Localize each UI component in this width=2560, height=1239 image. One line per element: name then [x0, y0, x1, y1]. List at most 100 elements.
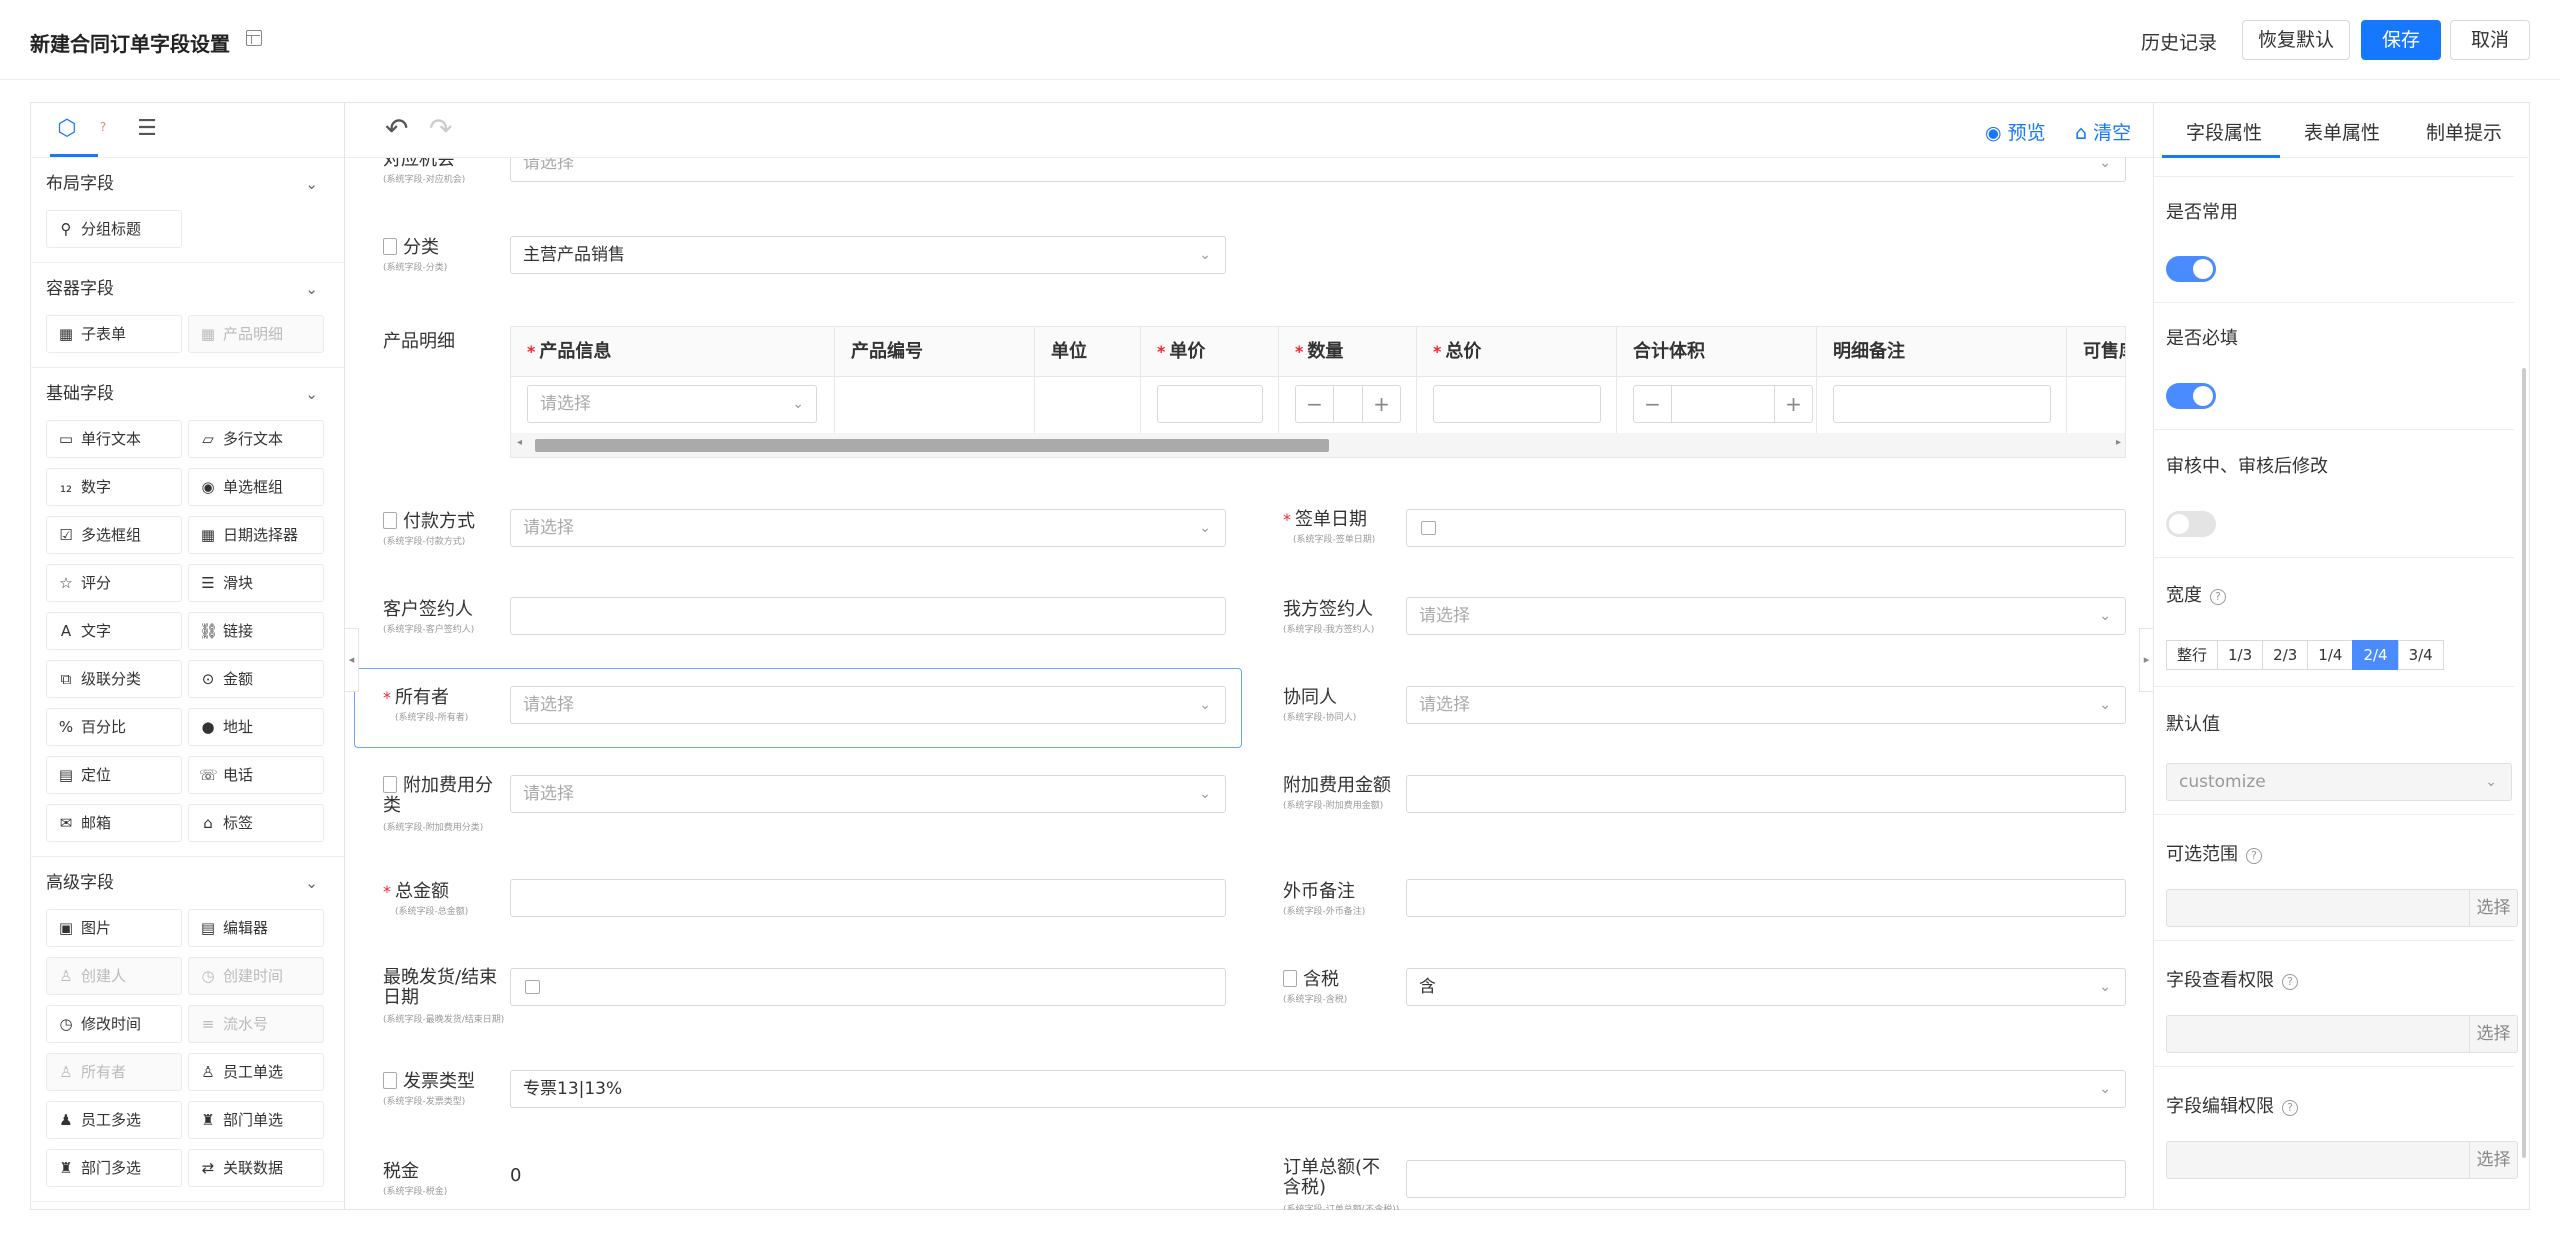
ship-date-picker[interactable]: [510, 968, 1226, 1006]
review-edit-toggle[interactable]: [2166, 511, 2216, 537]
palette-item[interactable]: ▱ 多行文本: [188, 420, 324, 458]
order-total-ex-tax-input[interactable]: [1406, 1160, 2126, 1198]
palette-item[interactable]: ☰ 滑块: [188, 564, 324, 602]
volume-stepper[interactable]: − +: [1633, 385, 1813, 423]
sign-date-picker[interactable]: [1406, 509, 2126, 547]
palette-item[interactable]: ✉ 邮箱: [46, 804, 182, 842]
minus-icon[interactable]: −: [1634, 386, 1672, 422]
palette-item[interactable]: ▤ 编辑器: [188, 909, 324, 947]
edit-perm-picker[interactable]: 选择: [2166, 1141, 2518, 1179]
category-select[interactable]: 主营产品销售 ⌄: [510, 236, 1226, 274]
palette-item[interactable]: ♜ 部门单选: [188, 1101, 324, 1139]
palette-item[interactable]: ▦ 日期选择器: [188, 516, 324, 554]
palette-item[interactable]: ⧉ 级联分类: [46, 660, 182, 698]
total-price-input[interactable]: [1433, 385, 1601, 423]
owner-select[interactable]: 请选择 ⌄: [510, 686, 1226, 724]
palette-item[interactable]: ♙ 员工单选: [188, 1053, 324, 1091]
palette-item[interactable]: ● 地址: [188, 708, 324, 746]
product-select[interactable]: 请选择 ⌄: [527, 385, 817, 423]
required-toggle[interactable]: [2166, 383, 2216, 409]
pick-button[interactable]: 选择: [2469, 1142, 2517, 1178]
default-value-select[interactable]: customize ⌄: [2166, 763, 2512, 801]
our-signer-select[interactable]: 请选择 ⌄: [1406, 597, 2126, 635]
fx-note-input[interactable]: [1406, 879, 2126, 917]
collapse-left-handle[interactable]: ◂: [345, 628, 359, 692]
chevron-down-icon[interactable]: ⌄: [305, 368, 318, 420]
section-header[interactable]: 高级字段 ⌄: [30, 857, 344, 909]
detail-note-input[interactable]: [1833, 385, 2051, 423]
payment-select[interactable]: 请选择 ⌄: [510, 509, 1226, 547]
tax-included-select[interactable]: 含 ⌄: [1406, 968, 2126, 1006]
palette-item[interactable]: ♜ 部门多选: [46, 1149, 182, 1187]
pick-button[interactable]: 选择: [2469, 890, 2517, 926]
help-icon[interactable]: ?: [2246, 848, 2262, 864]
palette-item[interactable]: ⇄ 关联数据: [188, 1149, 324, 1187]
extra-fee-category-select[interactable]: 请选择 ⌄: [510, 775, 1226, 813]
palette-item[interactable]: ⚲ 分组标题: [46, 210, 182, 248]
cube-icon[interactable]: ⬡: [54, 116, 80, 142]
plus-icon[interactable]: +: [1362, 386, 1400, 422]
width-option[interactable]: 整行: [2166, 640, 2219, 670]
palette-item[interactable]: ☏ 电话: [188, 756, 324, 794]
quantity-stepper[interactable]: − +: [1295, 385, 1401, 423]
width-option[interactable]: 2/3: [2262, 640, 2309, 670]
palette-item[interactable]: ♟ 员工多选: [46, 1101, 182, 1139]
palette-item[interactable]: ▭ 单行文本: [46, 420, 182, 458]
plus-icon[interactable]: +: [1774, 386, 1812, 422]
scrollbar-thumb[interactable]: [535, 439, 1329, 452]
range-picker[interactable]: 选择: [2166, 889, 2518, 927]
tab-form-props[interactable]: 表单属性: [2304, 118, 2380, 145]
palette-item[interactable]: A 文字: [46, 612, 182, 650]
palette-item[interactable]: % 百分比: [46, 708, 182, 746]
palette-item[interactable]: ☑ 多选框组: [46, 516, 182, 554]
minus-icon[interactable]: −: [1296, 386, 1334, 422]
redo-icon[interactable]: ↷: [429, 112, 452, 145]
palette-item[interactable]: ▦ 子表单: [46, 315, 182, 353]
common-toggle[interactable]: [2166, 256, 2216, 282]
unit-price-input[interactable]: [1157, 385, 1263, 423]
palette-item[interactable]: ◉ 单选框组: [188, 468, 324, 506]
total-amount-input[interactable]: [510, 879, 1226, 917]
invoice-type-select[interactable]: 专票13|13% ⌄: [510, 1070, 2126, 1108]
save-button[interactable]: 保存: [2361, 20, 2441, 60]
palette-item[interactable]: ☆ 评分: [46, 564, 182, 602]
customer-signer-input[interactable]: [510, 597, 1226, 635]
pick-button[interactable]: 选择: [2469, 1016, 2517, 1052]
chevron-down-icon[interactable]: ⌄: [305, 158, 318, 210]
opportunity-select[interactable]: 请选择 ⌄: [510, 158, 2126, 182]
extra-fee-amount-input[interactable]: [1406, 775, 2126, 813]
width-option[interactable]: 3/4: [2397, 640, 2444, 670]
help-icon[interactable]: ?: [2210, 589, 2226, 605]
palette-item[interactable]: ▤ 定位: [46, 756, 182, 794]
collapse-right-handle[interactable]: ▸: [2139, 628, 2153, 692]
width-option[interactable]: 1/3: [2217, 640, 2264, 670]
palette-item[interactable]: ₁₂ 数字: [46, 468, 182, 506]
undo-icon[interactable]: ↶: [385, 112, 408, 145]
collaborator-select[interactable]: 请选择 ⌄: [1406, 686, 2126, 724]
help-icon[interactable]: ?: [90, 120, 116, 146]
scroll-right-icon[interactable]: ▸: [2116, 437, 2121, 448]
palette-item[interactable]: ◷ 修改时间: [46, 1005, 182, 1043]
clear-button[interactable]: ⌂ 清空: [2075, 118, 2131, 145]
section-header[interactable]: 基础字段 ⌄: [30, 368, 344, 420]
help-icon[interactable]: ?: [2282, 974, 2298, 990]
preview-button[interactable]: ◉ 预览: [1985, 118, 2046, 145]
palette-item[interactable]: ⊙ 金额: [188, 660, 324, 698]
tab-tips[interactable]: 制单提示: [2426, 118, 2502, 145]
scroll-left-icon[interactable]: ◂: [517, 437, 522, 448]
chevron-down-icon[interactable]: ⌄: [305, 857, 318, 909]
layout-icon[interactable]: [246, 30, 262, 46]
palette-item[interactable]: ▣ 图片: [46, 909, 182, 947]
cancel-button[interactable]: 取消: [2450, 20, 2530, 60]
horizontal-scrollbar[interactable]: ◂ ▸: [511, 433, 2125, 457]
width-option[interactable]: 1/4: [2307, 640, 2354, 670]
palette-item[interactable]: ⛓ 链接: [188, 612, 324, 650]
section-header[interactable]: 容器字段 ⌄: [30, 263, 344, 315]
section-header[interactable]: 布局字段 ⌄: [30, 158, 344, 210]
history-link[interactable]: 历史记录: [2141, 28, 2217, 55]
help-icon[interactable]: ?: [2282, 1100, 2298, 1116]
vertical-scrollbar[interactable]: [2522, 368, 2526, 1158]
restore-default-button[interactable]: 恢复默认: [2242, 20, 2350, 60]
chevron-down-icon[interactable]: ⌄: [305, 263, 318, 315]
tab-field-props[interactable]: 字段属性: [2186, 118, 2262, 145]
